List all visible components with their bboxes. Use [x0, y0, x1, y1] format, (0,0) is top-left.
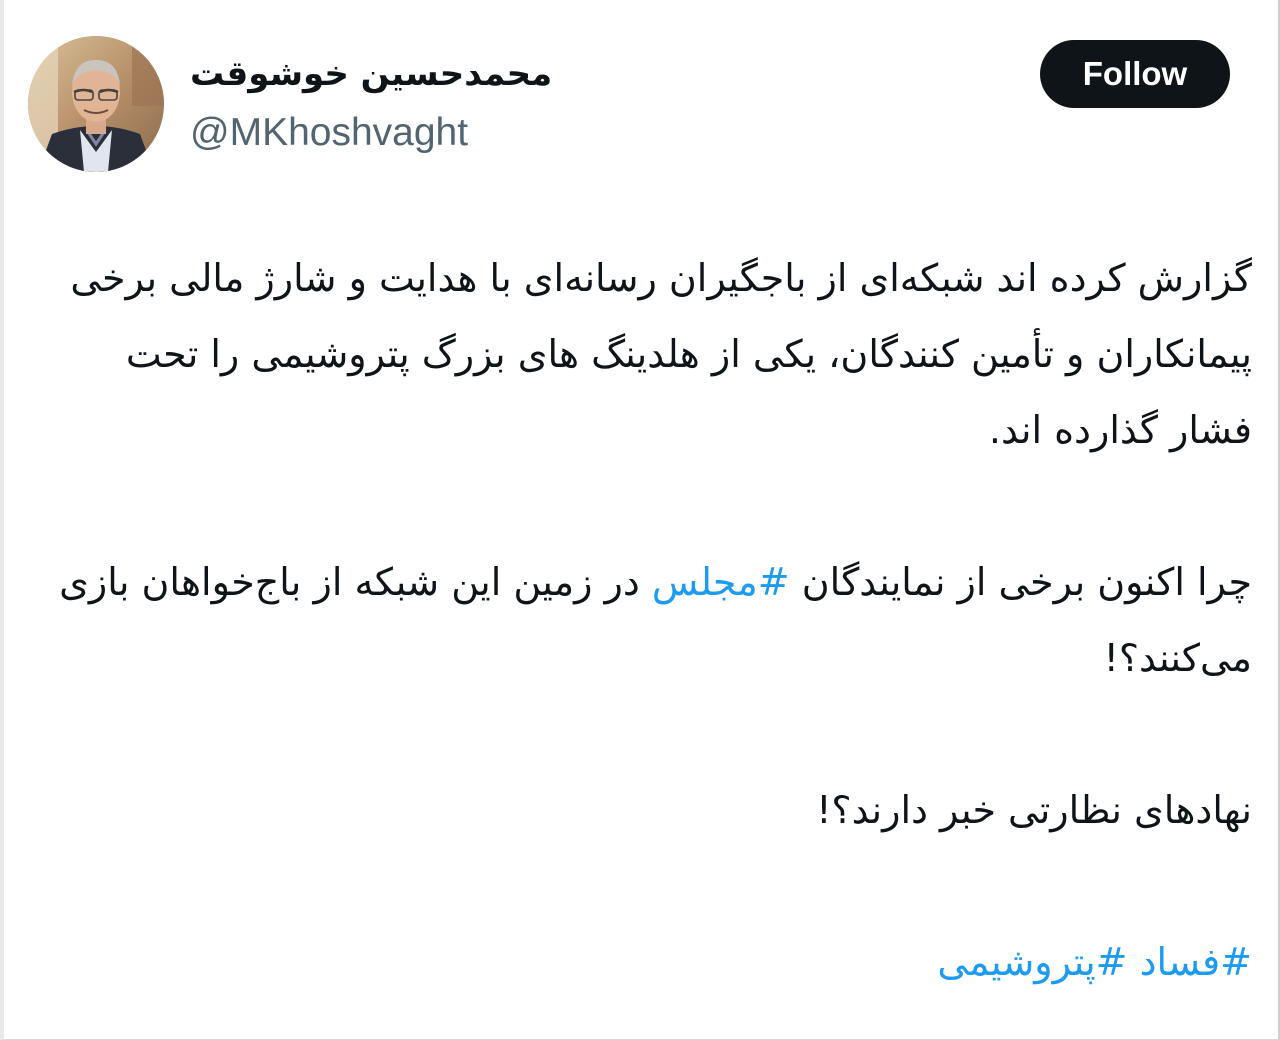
- avatar[interactable]: [28, 36, 164, 172]
- hashtag-fasad[interactable]: #فساد: [1140, 940, 1252, 984]
- tweet-paragraph-2-start: چرا اکنون برخی از نمایندگان: [789, 560, 1252, 604]
- tweet-paragraph-2: چرا اکنون برخی از نمایندگان #مجلس در زمی…: [40, 544, 1252, 696]
- tweet-paragraph-3: نهادهای نظارتی خبر دارند؟!: [816, 788, 1252, 832]
- author-display-name[interactable]: محمدحسین خوشوقت: [190, 52, 552, 96]
- tweet-hashtags: #فساد #پتروشیمی: [40, 924, 1252, 1000]
- tweet-paragraph-1: گزارش کرده اند شبکه‌ای از باجگیران رسانه…: [70, 256, 1252, 452]
- tweet-header: محمدحسین خوشوقت @MKhoshvaght Follow: [0, 0, 1280, 200]
- follow-button[interactable]: Follow: [1040, 40, 1230, 108]
- hashtag-petrochemical[interactable]: #پتروشیمی: [937, 940, 1127, 984]
- profile-photo-icon: [28, 36, 164, 172]
- author-identity[interactable]: محمدحسین خوشوقت @MKhoshvaght: [190, 46, 750, 166]
- author-handle[interactable]: @MKhoshvaght: [190, 110, 468, 156]
- tweet-text: گزارش کرده اند شبکه‌ای از باجگیران رسانه…: [40, 240, 1252, 1000]
- hashtag-majlis[interactable]: #مجلس: [652, 560, 790, 604]
